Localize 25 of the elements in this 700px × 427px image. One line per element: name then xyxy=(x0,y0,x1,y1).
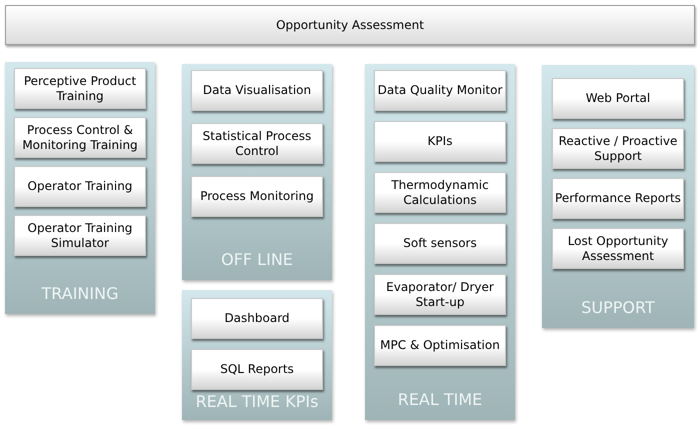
panel-title: OFF LINE xyxy=(221,249,293,271)
item-card: KPIs xyxy=(374,121,506,162)
item-card: Operator Training Simulator xyxy=(14,215,146,256)
item-card: Data Quality Monitor xyxy=(374,70,506,111)
panel-title: REAL TIME KPIs xyxy=(196,391,318,413)
item-card: Operator Training xyxy=(14,166,146,207)
item-card: Data Visualisation xyxy=(191,70,323,111)
item-card: Web Portal xyxy=(552,78,684,119)
item-card: Dashboard xyxy=(191,298,323,339)
item-card: MPC & Optimisation xyxy=(374,325,506,366)
title-bar: Opportunity Assessment xyxy=(5,5,695,45)
item-card: Perceptive Product Training xyxy=(14,68,146,109)
item-card: SQL Reports xyxy=(191,349,323,390)
item-card: Reactive / Proactive Support xyxy=(552,128,684,169)
item-card: Lost Opportunity Assessment xyxy=(552,228,684,269)
item-card: Evaporator/ Dryer Start-up xyxy=(374,274,506,315)
panel-title: TRAINING xyxy=(42,283,118,305)
item-card: Process Control & Monitoring Training xyxy=(14,117,146,158)
panel-title: SUPPORT xyxy=(581,297,655,319)
item-card: Soft sensors xyxy=(374,223,506,264)
panel-title: REAL TIME xyxy=(398,389,482,411)
item-card: Thermodynamic Calculations xyxy=(374,172,506,213)
item-card: Process Monitoring xyxy=(191,176,323,217)
item-card: Statistical Process Control xyxy=(191,123,323,164)
item-card: Performance Reports xyxy=(552,178,684,219)
